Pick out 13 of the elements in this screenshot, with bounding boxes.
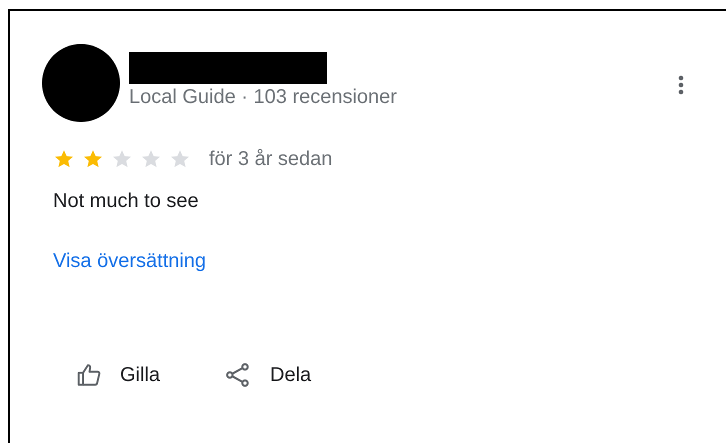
share-button[interactable]: Dela: [224, 361, 312, 389]
empty-star-icon: [169, 148, 191, 170]
review-text: Not much to see: [53, 189, 199, 214]
like-button[interactable]: Gilla: [76, 362, 160, 388]
reviewer-subtitle: Local Guide · 103 recensioner: [129, 85, 397, 110]
filled-star-icon: [53, 148, 75, 170]
more-options-icon[interactable]: [678, 75, 684, 95]
filled-star-icon: [82, 148, 104, 170]
thumbs-up-icon: [76, 362, 102, 388]
review-time: för 3 år sedan: [209, 147, 332, 172]
translate-link[interactable]: Visa översättning: [53, 248, 206, 274]
empty-star-icon: [111, 148, 133, 170]
empty-star-icon: [140, 148, 162, 170]
